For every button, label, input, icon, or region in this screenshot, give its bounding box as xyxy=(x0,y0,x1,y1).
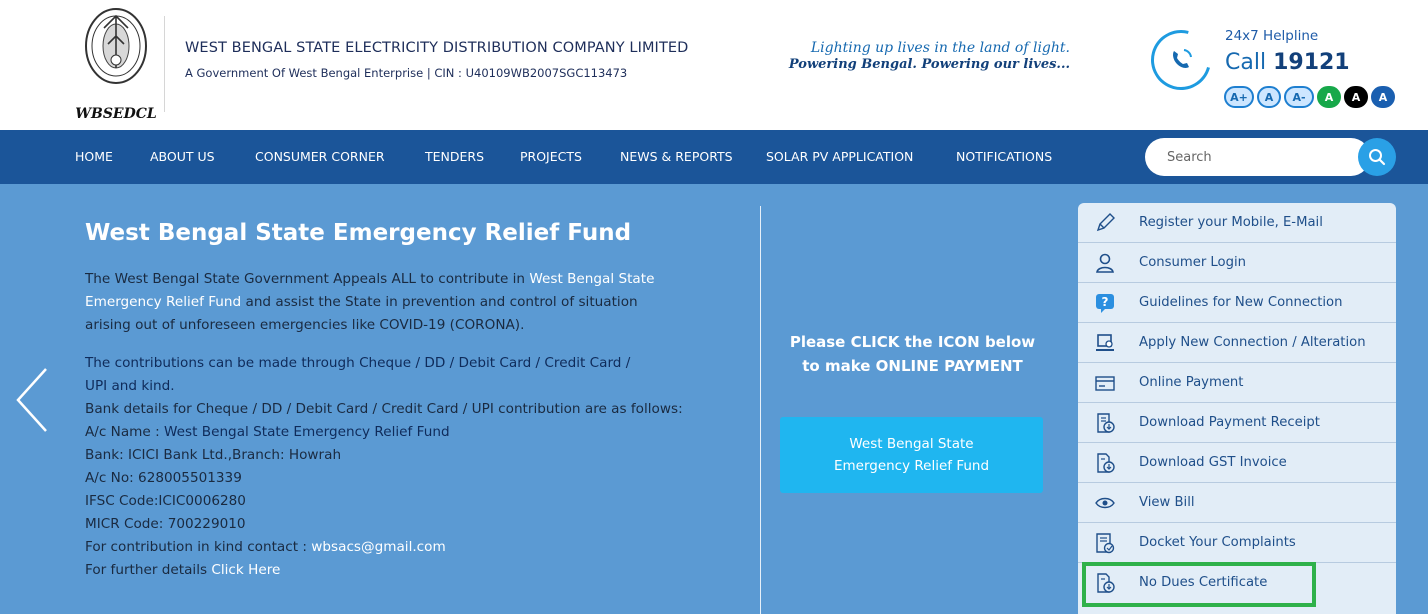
relief-fund-button-line2: Emergency Relief Fund xyxy=(833,458,990,474)
theme-dark-button[interactable]: A xyxy=(1344,86,1368,108)
svg-text:?: ? xyxy=(1102,295,1109,309)
tagline-line1: Lighting up lives in the land of light. xyxy=(810,40,1070,56)
nav-tenders[interactable]: TENDERS xyxy=(425,149,484,164)
quick-link-consumer-login[interactable]: Consumer Login xyxy=(1078,243,1396,283)
quick-link-register[interactable]: Register your Mobile, E-Mail xyxy=(1078,203,1396,243)
contribution-methods-cont: UPI and kind. xyxy=(85,378,175,394)
further-details-label: For further details xyxy=(85,562,208,578)
quick-link-label: Download Payment Receipt xyxy=(1139,415,1320,430)
quick-link-payment-receipt[interactable]: Download Payment Receipt xyxy=(1078,403,1396,443)
quick-link-apply-connection[interactable]: Apply New Connection / Alteration xyxy=(1078,323,1396,363)
account-name-value: West Bengal State Emergency Relief Fund xyxy=(164,424,450,440)
bank-intro: Bank details for Cheque / DD / Debit Car… xyxy=(85,401,683,417)
laptop-icon xyxy=(1096,334,1114,351)
no-dues-highlight xyxy=(1082,562,1316,607)
nav-consumer-corner[interactable]: CONSUMER CORNER xyxy=(255,149,385,164)
account-name-line: A/c Name : West Bengal State Emergency R… xyxy=(85,421,755,444)
contribution-methods: The contributions can be made through Ch… xyxy=(85,355,631,371)
quick-link-label: Apply New Connection / Alteration xyxy=(1139,335,1366,350)
helpline-call[interactable]: Call 19121 xyxy=(1225,50,1350,75)
phone-icon xyxy=(1173,49,1192,68)
online-payment-heading-line1: Please CLICK the ICON below xyxy=(789,333,1036,351)
font-normal-button[interactable]: A xyxy=(1257,86,1281,108)
tagline-line2: Powering Bengal. Powering our lives... xyxy=(788,57,1070,72)
hero-divider xyxy=(760,206,761,614)
account-name-label: A/c Name : xyxy=(85,424,160,440)
tagline: Lighting up lives in the land of light. … xyxy=(780,40,1070,72)
quick-link-label: Download GST Invoice xyxy=(1139,455,1287,470)
eye-icon xyxy=(1095,497,1115,509)
company-name: WEST BENGAL STATE ELECTRICITY DISTRIBUTI… xyxy=(185,40,689,56)
quick-link-label: Online Payment xyxy=(1139,375,1244,390)
user-icon xyxy=(1096,253,1114,273)
nav-about-us[interactable]: ABOUT US xyxy=(150,149,215,164)
company-subtitle: A Government Of West Bengal Enterprise |… xyxy=(185,66,628,80)
quick-link-label: Docket Your Complaints xyxy=(1139,535,1296,550)
font-increase-button[interactable]: A+ xyxy=(1224,86,1254,108)
relief-fund-button-line1: West Bengal State xyxy=(849,436,974,452)
font-size-controls: A+ A A- A A A xyxy=(1224,86,1395,108)
search-icon xyxy=(1369,149,1386,166)
helpline-label: 24x7 Helpline xyxy=(1225,28,1319,44)
nav-news-reports[interactable]: NEWS & REPORTS xyxy=(620,149,733,164)
online-payment-heading-line2: to make ONLINE PAYMENT xyxy=(802,357,1023,375)
helpline-call-prefix: Call xyxy=(1225,50,1267,75)
click-here-link[interactable]: Click Here xyxy=(211,562,280,578)
quick-link-label: View Bill xyxy=(1139,495,1195,510)
quick-link-online-payment[interactable]: Online Payment xyxy=(1078,363,1396,403)
search-input[interactable] xyxy=(1145,138,1370,176)
hero-line: arising out of unforeseen emergencies li… xyxy=(85,317,525,333)
helpline-number: 19121 xyxy=(1273,50,1350,75)
kind-contact-label: For contribution in kind contact : xyxy=(85,539,307,555)
relief-fund-link-cont[interactable]: Emergency Relief Fund xyxy=(85,294,241,310)
hero-text: The West Bengal State Government Appeals… xyxy=(85,271,526,287)
search-button[interactable] xyxy=(1358,138,1396,176)
bank-line: Bank: ICICI Bank Ltd.,Branch: Howrah xyxy=(85,447,342,463)
quick-link-gst-invoice[interactable]: Download GST Invoice xyxy=(1078,443,1396,483)
hero-text: and assist the State in prevention and c… xyxy=(245,294,638,310)
quick-link-label: Register your Mobile, E-Mail xyxy=(1139,215,1323,230)
card-icon xyxy=(1095,376,1115,391)
nav-solar-pv-application[interactable]: SOLAR PV APPLICATION xyxy=(766,149,913,164)
site-header: WBSEDCL WEST BENGAL STATE ELECTRICITY DI… xyxy=(0,0,1428,130)
chevron-left-icon[interactable] xyxy=(14,367,50,433)
logo-wordmark: WBSEDCL xyxy=(75,106,157,122)
hero-line: Emergency Relief Fund and assist the Sta… xyxy=(85,291,755,314)
nav-projects[interactable]: PROJECTS xyxy=(520,149,582,164)
wbsedcl-logo[interactable]: WBSEDCL xyxy=(70,6,162,124)
relief-fund-button[interactable]: West Bengal State Emergency Relief Fund xyxy=(780,417,1043,493)
pencil-icon xyxy=(1096,213,1115,232)
help-icon: ? xyxy=(1096,294,1114,313)
online-payment-heading: Please CLICK the ICON below to make ONLI… xyxy=(780,330,1045,378)
nav-notifications[interactable]: NOTIFICATIONS xyxy=(956,149,1052,164)
nav-home[interactable]: HOME xyxy=(75,149,113,164)
account-number: A/c No: 628005501339 xyxy=(85,470,242,486)
quick-link-label: Consumer Login xyxy=(1139,255,1247,270)
hero-body: The West Bengal State Government Appeals… xyxy=(85,268,755,582)
quick-link-view-bill[interactable]: View Bill xyxy=(1078,483,1396,523)
contact-email-link[interactable]: wbsacs@gmail.com xyxy=(311,539,445,555)
quick-links-panel: Register your Mobile, E-Mail Consumer Lo… xyxy=(1078,203,1396,614)
receipt-download-icon xyxy=(1097,413,1115,433)
main-nav: HOME ABOUT US CONSUMER CORNER TENDERS PR… xyxy=(0,130,1428,184)
kind-contact-line: For contribution in kind contact : wbsac… xyxy=(85,536,755,559)
micr-code: MICR Code: 700229010 xyxy=(85,516,246,532)
quick-link-docket-complaints[interactable]: Docket Your Complaints xyxy=(1078,523,1396,563)
hero-title: West Bengal State Emergency Relief Fund xyxy=(85,220,632,246)
font-decrease-button[interactable]: A- xyxy=(1284,86,1314,108)
quick-link-guidelines[interactable]: ? Guidelines for New Connection xyxy=(1078,283,1396,323)
quick-link-label: Guidelines for New Connection xyxy=(1139,295,1343,310)
theme-blue-button[interactable]: A xyxy=(1371,86,1395,108)
relief-fund-link[interactable]: West Bengal State xyxy=(529,271,654,287)
invoice-download-icon xyxy=(1097,453,1115,473)
further-details-line: For further details Click Here xyxy=(85,559,755,582)
docket-icon xyxy=(1096,533,1115,554)
ifsc-code: IFSC Code:ICIC0006280 xyxy=(85,493,246,509)
theme-green-button[interactable]: A xyxy=(1317,86,1341,108)
hero-line: The West Bengal State Government Appeals… xyxy=(85,268,755,291)
header-divider xyxy=(164,16,165,112)
